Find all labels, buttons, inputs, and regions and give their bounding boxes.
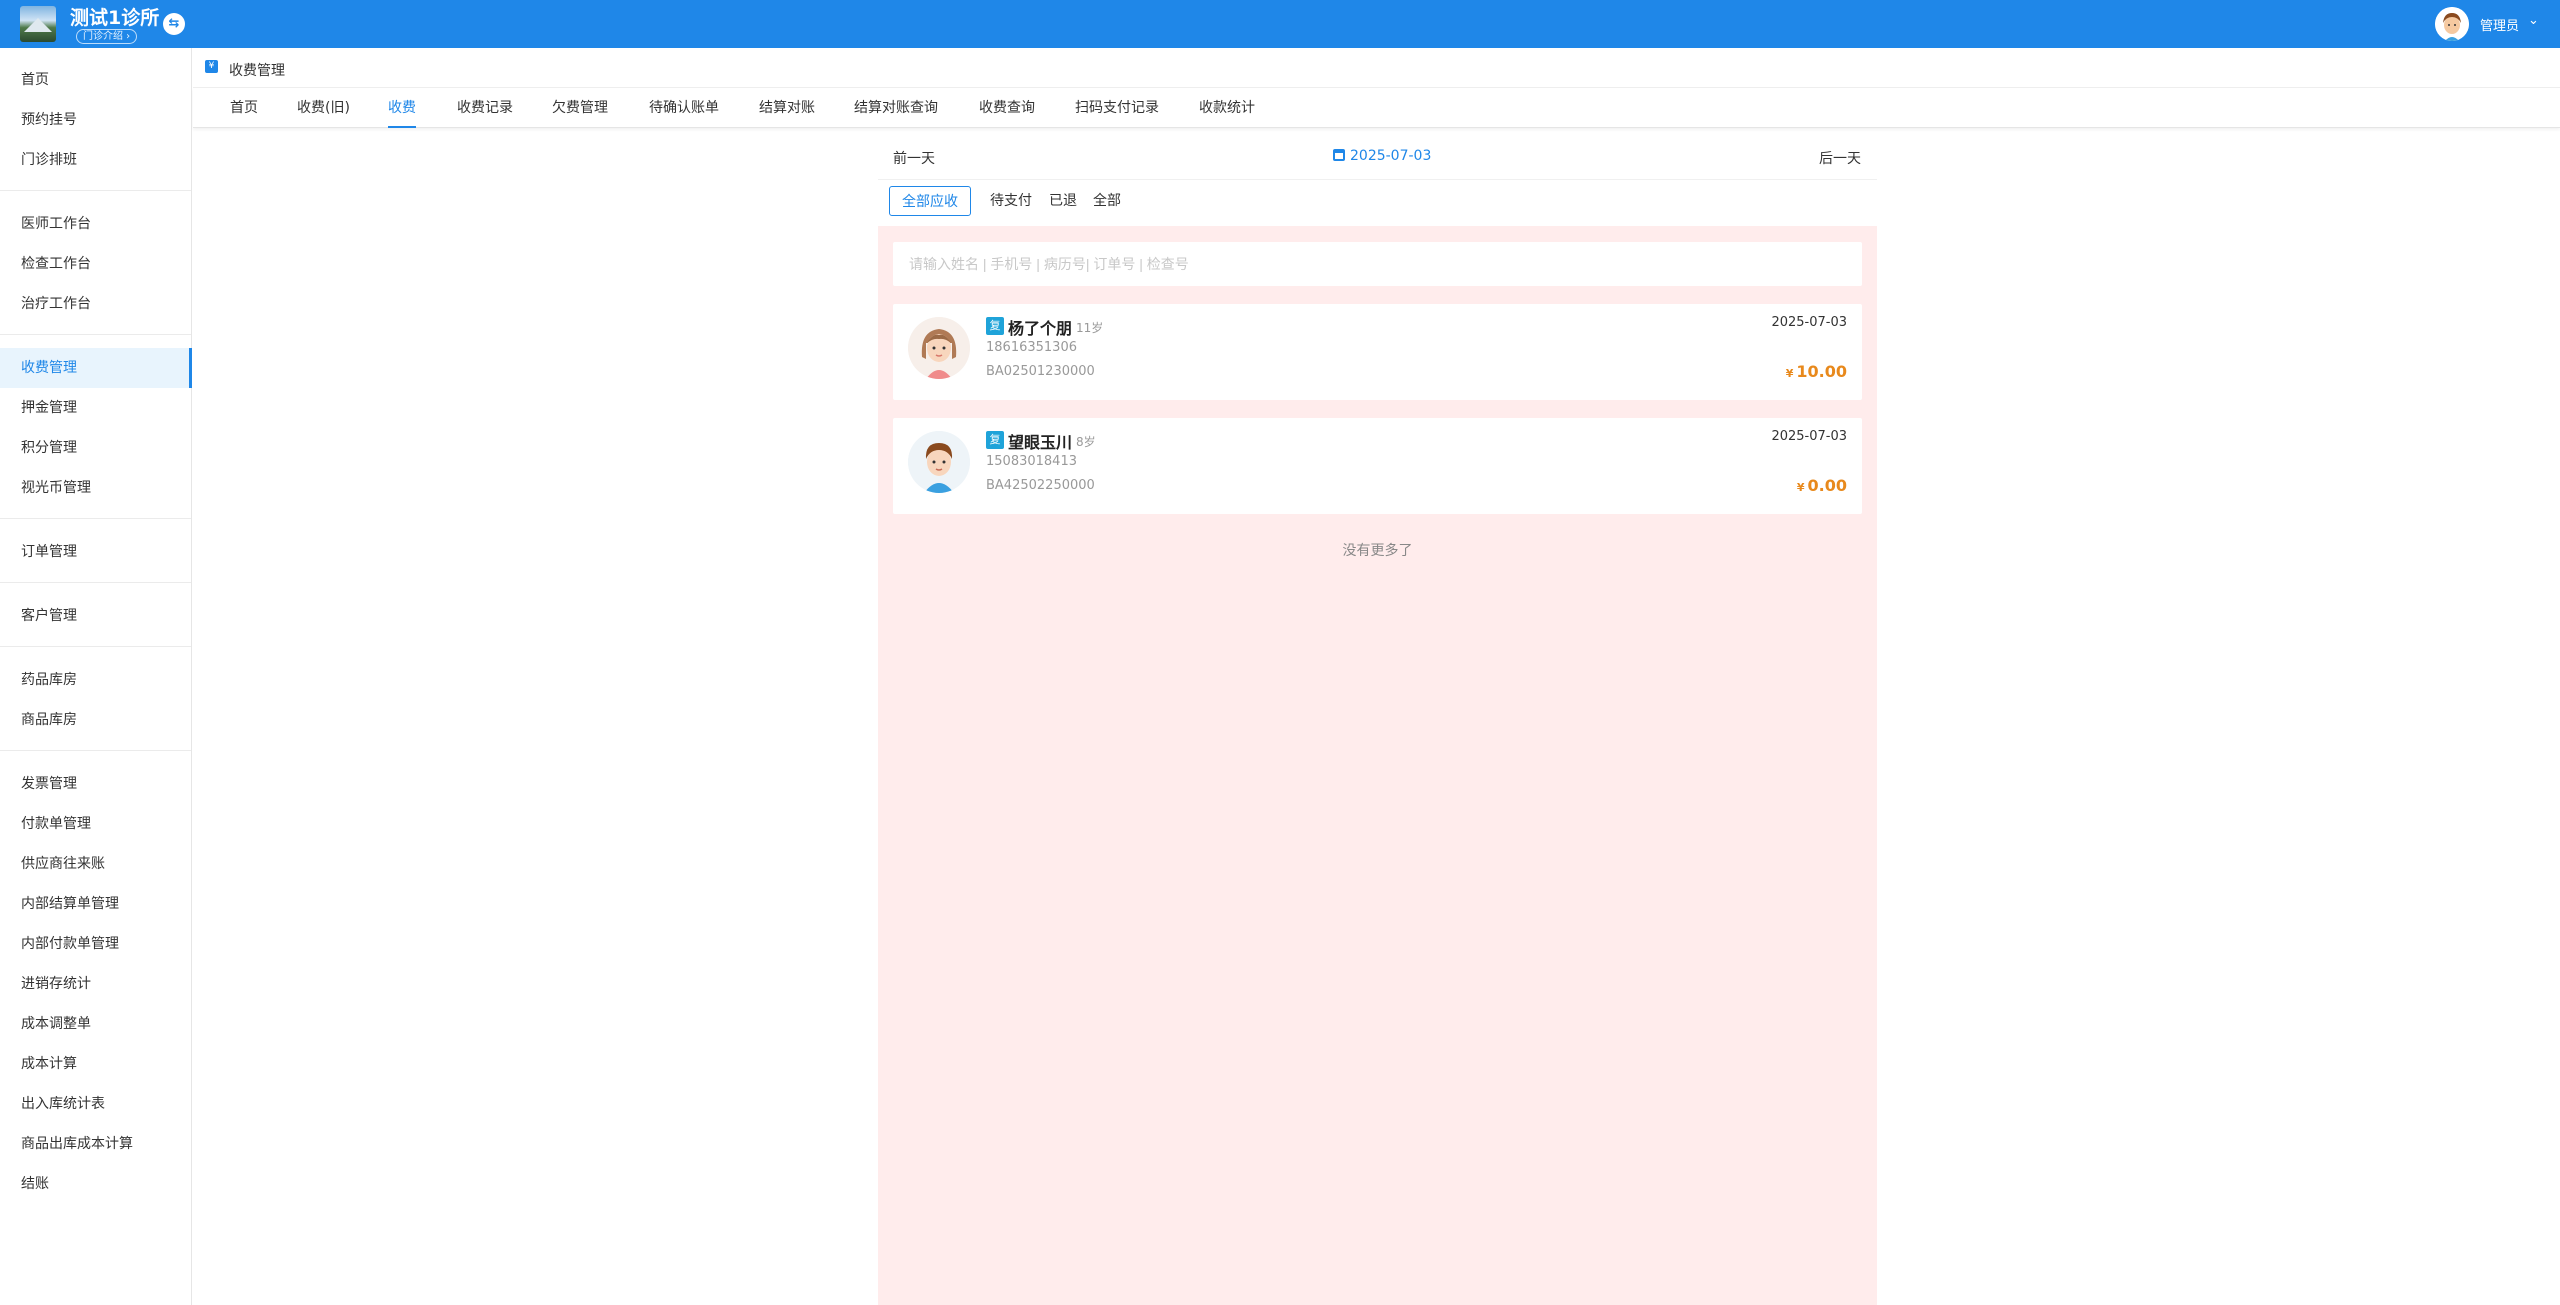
sidebar-item-points[interactable]: 积分管理: [0, 428, 192, 468]
currency-symbol: ¥: [1796, 481, 1805, 494]
sidebar-item-exam-desk[interactable]: 检查工作台: [0, 244, 192, 284]
sidebar-item-coins[interactable]: 视光币管理: [0, 468, 192, 508]
sidebar-divider: [0, 750, 191, 751]
sidebar-divider: [0, 646, 191, 647]
tab-billing[interactable]: 收费: [388, 88, 416, 128]
tab-home[interactable]: 首页: [230, 88, 258, 128]
sidebar-item-stock-io-report[interactable]: 出入库统计表: [0, 1084, 192, 1124]
breadcrumb: ¥ 收费管理: [193, 48, 2560, 88]
sidebar-item-payment-orders[interactable]: 付款单管理: [0, 804, 192, 844]
sidebar-item-outbound-cost[interactable]: 商品出库成本计算: [0, 1124, 192, 1164]
patient-phone: 15083018413: [986, 454, 1077, 469]
sidebar-item-cost-calculation[interactable]: 成本计算: [0, 1044, 192, 1084]
filter-all-receivable[interactable]: 全部应收: [889, 186, 971, 216]
search-input[interactable]: [893, 242, 1862, 286]
record-date: 2025-07-03: [1771, 315, 1847, 330]
amount-value: 0.00: [1807, 476, 1847, 495]
sidebar-item-doctor-desk[interactable]: 医师工作台: [0, 204, 192, 244]
sidebar-item-invoices[interactable]: 发票管理: [0, 764, 192, 804]
billing-icon: ¥: [205, 60, 218, 73]
sidebar-item-closing[interactable]: 结账: [0, 1164, 192, 1204]
sidebar-item-customers[interactable]: 客户管理: [0, 596, 192, 636]
sidebar-item-internal-payment[interactable]: 内部付款单管理: [0, 924, 192, 964]
patient-name: 杨了个朋: [1008, 319, 1073, 338]
next-day-button[interactable]: 后一天: [1819, 148, 1861, 168]
clinic-intro-badge[interactable]: 门诊介绍 ›: [76, 29, 138, 44]
date-value: 2025-07-03: [1350, 148, 1432, 164]
billing-panel: 前一天 2025-07-03 后一天 全部应收 待支付 已退 全部 请输入姓名 …: [878, 138, 1877, 1305]
page-title: 收费管理: [229, 63, 285, 79]
search-box[interactable]: [893, 242, 1862, 286]
filter-refunded[interactable]: 已退: [1049, 186, 1077, 216]
tab-collection-stats[interactable]: 收款统计: [1199, 88, 1255, 128]
sidebar-divider: [0, 190, 191, 191]
chevron-down-icon[interactable]: ⌄: [2528, 13, 2539, 28]
date-navigator: 前一天 2025-07-03 后一天: [878, 138, 1877, 180]
revisit-tag: 复: [986, 431, 1004, 449]
filter-all[interactable]: 全部: [1093, 186, 1121, 216]
tab-arrears[interactable]: 欠费管理: [552, 88, 608, 128]
sidebar-item-cost-adjustment[interactable]: 成本调整单: [0, 1004, 192, 1044]
amount-due: ¥0.00: [1797, 476, 1847, 495]
sidebar-item-home[interactable]: 首页: [0, 60, 192, 100]
patient-age: 11岁: [1076, 321, 1104, 335]
patient-phone: 18616351306: [986, 340, 1077, 355]
tab-billing-records[interactable]: 收费记录: [457, 88, 513, 128]
patient-name: 望眼玉川: [1008, 433, 1073, 452]
prev-day-button[interactable]: 前一天: [893, 148, 935, 168]
sidebar-item-orders[interactable]: 订单管理: [0, 532, 192, 572]
user-name[interactable]: 管理员: [2480, 15, 2519, 34]
user-avatar-icon: [2435, 7, 2469, 41]
sidebar-item-internal-settlement[interactable]: 内部结算单管理: [0, 884, 192, 924]
sidebar-divider: [0, 582, 191, 583]
tab-billing-old[interactable]: 收费(旧): [297, 88, 350, 128]
sidebar-item-scheduling[interactable]: 门诊排班: [0, 140, 192, 180]
tab-pending-bills[interactable]: 待确认账单: [649, 88, 719, 128]
clinic-logo: [20, 6, 56, 42]
sidebar-item-treatment-desk[interactable]: 治疗工作台: [0, 284, 192, 324]
amount-value: 10.00: [1796, 362, 1847, 381]
tab-scan-pay-records[interactable]: 扫码支付记录: [1075, 88, 1159, 128]
sidebar: 首页 预约挂号 门诊排班 医师工作台 检查工作台 治疗工作台 收费管理 押金管理…: [0, 48, 192, 1305]
tab-billing-query[interactable]: 收费查询: [979, 88, 1035, 128]
male-avatar-icon: [908, 431, 970, 493]
user-avatar[interactable]: [2435, 7, 2469, 41]
patient-card[interactable]: 复 杨了个朋 11岁 18616351306 BA02501230000 202…: [893, 304, 1862, 400]
patient-age: 8岁: [1076, 435, 1096, 449]
amount-due: ¥10.00: [1786, 362, 1847, 381]
sidebar-divider: [0, 334, 191, 335]
status-filters: 全部应收 待支付 已退 全部: [878, 180, 1877, 222]
filter-pending-payment[interactable]: 待支付: [990, 186, 1032, 216]
record-list: 复 杨了个朋 11岁 18616351306 BA02501230000 202…: [878, 226, 1877, 1305]
patient-card[interactable]: 复 望眼玉川 8岁 15083018413 BA42502250000 2025…: [893, 418, 1862, 514]
sidebar-item-billing[interactable]: 收费管理: [0, 348, 192, 388]
date-picker[interactable]: 2025-07-03: [1333, 148, 1431, 164]
list-end-text: 没有更多了: [1342, 543, 1413, 559]
clinic-name: 测试1诊所: [70, 7, 160, 29]
revisit-tag: 复: [986, 317, 1004, 335]
tab-settlement-query[interactable]: 结算对账查询: [854, 88, 938, 128]
record-date: 2025-07-03: [1771, 429, 1847, 444]
sidebar-item-supplier-accounts[interactable]: 供应商往来账: [0, 844, 192, 884]
sidebar-item-pharmacy[interactable]: 药品库房: [0, 660, 192, 700]
medical-record-number: BA02501230000: [986, 364, 1095, 379]
currency-symbol: ¥: [1785, 367, 1794, 380]
swap-icon[interactable]: ⇆: [163, 13, 185, 35]
sidebar-item-inventory-stats[interactable]: 进销存统计: [0, 964, 192, 1004]
calendar-icon: [1333, 149, 1345, 161]
medical-record-number: BA42502250000: [986, 478, 1095, 493]
sidebar-item-deposit[interactable]: 押金管理: [0, 388, 192, 428]
sidebar-divider: [0, 518, 191, 519]
sidebar-item-appointment[interactable]: 预约挂号: [0, 100, 192, 140]
sidebar-item-goods-warehouse[interactable]: 商品库房: [0, 700, 192, 740]
tab-settlement-reconcile[interactable]: 结算对账: [759, 88, 815, 128]
female-avatar-icon: [908, 317, 970, 379]
top-bar: 测试1诊所 门诊介绍 › ⇆ 管理员 ⌄: [0, 0, 2560, 48]
tab-bar: 首页 收费(旧) 收费 收费记录 欠费管理 待确认账单 结算对账 结算对账查询 …: [193, 88, 2560, 128]
